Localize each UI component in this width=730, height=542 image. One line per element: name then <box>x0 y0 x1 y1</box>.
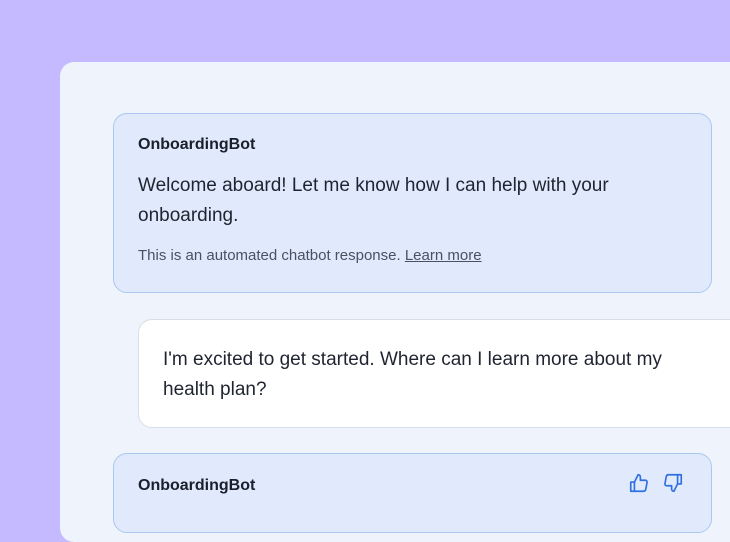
thumbs-down-icon[interactable] <box>661 471 685 495</box>
feedback-buttons <box>627 471 685 495</box>
bot-sender-name: OnboardingBot <box>138 136 256 153</box>
disclaimer-text: This is an automated chatbot response. <box>138 247 401 264</box>
user-message: I'm excited to get started. Where can I … <box>138 319 730 428</box>
bot-message: OnboardingBot Welcome aboard! Let me kno… <box>113 113 712 293</box>
bot-message-text: Welcome aboard! Let me know how I can he… <box>138 175 609 226</box>
user-message-text: I'm excited to get started. Where can I … <box>163 349 662 400</box>
bot-sender-name: OnboardingBot <box>138 477 256 494</box>
learn-more-link[interactable]: Learn more <box>405 247 482 264</box>
thumbs-up-icon[interactable] <box>627 471 651 495</box>
automated-disclaimer: This is an automated chatbot response. L… <box>138 247 482 264</box>
bot-message: OnboardingBot <box>113 453 712 533</box>
